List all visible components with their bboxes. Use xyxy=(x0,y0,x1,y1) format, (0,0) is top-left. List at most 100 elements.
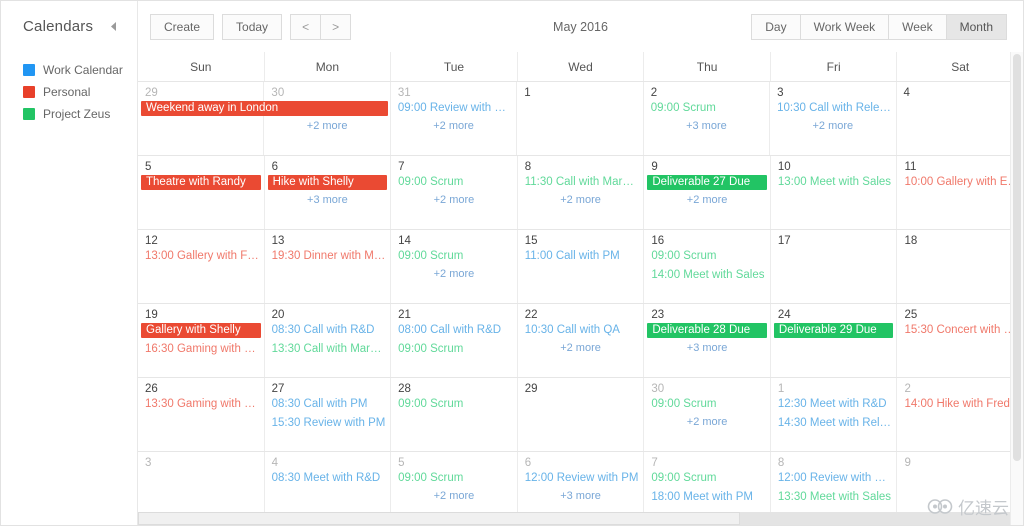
day-cell[interactable]: 17 xyxy=(771,230,898,303)
more-events-link[interactable]: +2 more xyxy=(391,268,517,281)
sidebar-item-work-calendar[interactable]: Work Calendar xyxy=(1,60,137,80)
day-cell[interactable]: 28 09:00 Scrum xyxy=(391,378,518,451)
calendar-event[interactable]: 14:00 Meet with Sales xyxy=(648,268,766,283)
chevron-left-icon[interactable] xyxy=(105,19,121,35)
day-cell[interactable]: 24 Deliverable 29 Due xyxy=(771,304,898,377)
more-events-link[interactable]: +3 more xyxy=(265,194,391,207)
calendar-event[interactable]: 09:00 Scrum xyxy=(395,397,513,412)
view-button-work-week[interactable]: Work Week xyxy=(799,13,890,40)
calendar-event[interactable]: 09:00 Scrum xyxy=(395,249,513,264)
day-cell[interactable]: 11 10:00 Gallery with Elena xyxy=(897,156,1023,229)
calendar-event[interactable]: 16:30 Gaming with Mit… xyxy=(142,342,260,357)
day-cell[interactable]: 15 11:00 Call with PM xyxy=(518,230,645,303)
more-events-link[interactable]: +2 more xyxy=(644,194,770,207)
more-events-link[interactable]: +2 more xyxy=(391,120,516,133)
calendar-event[interactable]: 09:00 Scrum xyxy=(648,397,766,412)
day-cell[interactable]: 9 Deliverable 27 Due +2 more xyxy=(644,156,771,229)
calendar-event[interactable]: 09:00 Scrum xyxy=(395,175,513,190)
calendar-event[interactable]: Deliverable 27 Due xyxy=(647,175,767,190)
day-cell[interactable]: 29 xyxy=(518,378,645,451)
calendar-event[interactable]: 10:00 Gallery with Elena xyxy=(901,175,1019,190)
view-button-week[interactable]: Week xyxy=(888,13,947,40)
day-cell[interactable]: 31 09:00 Review with Dev… +2 more xyxy=(391,82,518,155)
calendar-event[interactable]: 13:00 Meet with Sales xyxy=(775,175,893,190)
more-events-link[interactable]: +3 more xyxy=(644,120,769,133)
day-cell[interactable]: 8 11:30 Call with Marketi… +2 more xyxy=(518,156,645,229)
day-cell[interactable]: 22 10:30 Call with QA +2 more xyxy=(518,304,645,377)
calendar-event[interactable]: 13:00 Gallery with Fred xyxy=(142,249,260,264)
next-period-button[interactable]: > xyxy=(320,13,352,40)
day-cell[interactable]: 29. xyxy=(138,82,265,155)
calendar-event[interactable]: 11:30 Call with Marketi… xyxy=(522,175,640,190)
calendar-event[interactable]: 15:30 Review with PM xyxy=(269,416,387,431)
today-button[interactable]: Today xyxy=(222,13,283,40)
calendar-event[interactable]: 09:00 Review with Dev… xyxy=(395,101,512,116)
calendar-event[interactable]: Deliverable 29 Due xyxy=(773,323,894,338)
calendar-event[interactable]: Deliverable 28 Due xyxy=(647,323,767,338)
calendar-event[interactable]: 08:30 Meet with R&D xyxy=(269,471,387,486)
calendar-event[interactable]: 14:30 Meet with Relea… xyxy=(775,416,893,431)
calendar-event[interactable]: 12:00 Review with Dev… xyxy=(775,471,893,486)
more-events-link[interactable]: +2 more xyxy=(391,490,517,503)
day-cell[interactable]: 20 08:30 Call with R&D 13:30 Call with Mar… xyxy=(265,304,392,377)
more-events-link[interactable]: +2 more xyxy=(391,194,517,207)
day-cell[interactable]: 30.+2 more xyxy=(264,82,391,155)
create-button[interactable]: Create xyxy=(150,13,215,40)
view-button-day[interactable]: Day xyxy=(751,13,801,40)
day-cell[interactable]: 30 09:00 Scrum +2 more xyxy=(644,378,771,451)
calendar-event[interactable]: 13:30 Gaming with Ra… xyxy=(142,397,260,412)
day-cell[interactable]: 25 15:30 Concert with Sh… xyxy=(897,304,1023,377)
day-cell[interactable]: 1 xyxy=(517,82,644,155)
more-events-link[interactable]: +2 more xyxy=(518,194,644,207)
prev-period-button[interactable]: < xyxy=(290,13,322,40)
calendar-event[interactable]: 11:00 Call with PM xyxy=(522,249,640,264)
day-cell[interactable]: 4 xyxy=(897,82,1023,155)
calendar-event[interactable]: 09:00 Scrum xyxy=(395,342,513,357)
calendar-event[interactable]: 12:00 Review with PM xyxy=(522,471,640,486)
calendar-event[interactable]: 08:30 Call with PM xyxy=(269,397,387,412)
vertical-scrollbar-thumb[interactable] xyxy=(1013,54,1021,461)
horizontal-scrollbar[interactable] xyxy=(138,512,1023,525)
horizontal-scrollbar-thumb[interactable] xyxy=(138,512,740,525)
more-events-link[interactable]: +3 more xyxy=(644,342,770,355)
calendar-event[interactable]: Gallery with Shelly xyxy=(141,323,261,338)
day-cell[interactable]: 2 14:00 Hike with Fred xyxy=(897,378,1023,451)
day-cell[interactable]: 1 12:30 Meet with R&D 14:30 Meet with Rele… xyxy=(771,378,898,451)
calendar-event[interactable]: 18:00 Meet with PM xyxy=(648,490,766,505)
vertical-scrollbar[interactable] xyxy=(1010,52,1023,525)
day-cell[interactable]: 21 08:00 Call with R&D 09:00 Scrum xyxy=(391,304,518,377)
day-cell[interactable]: 16 09:00 Scrum 14:00 Meet with Sales xyxy=(644,230,771,303)
day-cell[interactable]: 26 13:30 Gaming with Ra… xyxy=(138,378,265,451)
day-cell[interactable]: 12 13:00 Gallery with Fred xyxy=(138,230,265,303)
multi-day-event[interactable]: Weekend away in London xyxy=(141,101,388,116)
more-events-link[interactable]: +3 more xyxy=(518,490,644,503)
calendar-event[interactable]: 15:30 Concert with Sh… xyxy=(901,323,1019,338)
more-events-link[interactable]: +2 more xyxy=(264,120,389,133)
calendar-event[interactable]: 14:00 Hike with Fred xyxy=(901,397,1019,412)
sidebar-item-project-zeus[interactable]: Project Zeus xyxy=(1,104,137,124)
calendar-event[interactable]: 08:30 Call with R&D xyxy=(269,323,387,338)
day-cell[interactable]: 10 13:00 Meet with Sales xyxy=(771,156,898,229)
day-cell[interactable]: 23 Deliverable 28 Due +3 more xyxy=(644,304,771,377)
day-cell[interactable]: 7 09:00 Scrum +2 more xyxy=(391,156,518,229)
calendar-event[interactable]: 10:30 Call with Release xyxy=(774,101,891,116)
calendar-event[interactable]: 12:30 Meet with R&D xyxy=(775,397,893,412)
calendar-event[interactable]: 09:00 Scrum xyxy=(648,249,766,264)
calendar-event[interactable]: 08:00 Call with R&D xyxy=(395,323,513,338)
calendar-event[interactable]: Theatre with Randy xyxy=(141,175,261,190)
more-events-link[interactable]: +2 more xyxy=(518,342,644,355)
calendar-event[interactable]: 13:30 Meet with Sales xyxy=(775,490,893,505)
day-cell[interactable]: 19 Gallery with Shelly 16:30 Gaming with M… xyxy=(138,304,265,377)
sidebar-item-personal[interactable]: Personal xyxy=(1,82,137,102)
day-cell[interactable]: 3 10:30 Call with Release +2 more xyxy=(770,82,897,155)
calendar-event[interactable]: 19:30 Dinner with Mitch xyxy=(269,249,387,264)
more-events-link[interactable]: +2 more xyxy=(770,120,895,133)
calendar-event[interactable]: 09:00 Scrum xyxy=(648,101,765,116)
more-events-link[interactable]: +2 more xyxy=(644,416,770,429)
calendar-event[interactable]: 09:00 Scrum xyxy=(648,471,766,486)
calendar-event[interactable]: 09:00 Scrum xyxy=(395,471,513,486)
calendar-event[interactable]: 10:30 Call with QA xyxy=(522,323,640,338)
day-cell[interactable]: 14 09:00 Scrum +2 more xyxy=(391,230,518,303)
calendar-event[interactable]: 13:30 Call with Marketi… xyxy=(269,342,387,357)
day-cell[interactable]: 13 19:30 Dinner with Mitch xyxy=(265,230,392,303)
